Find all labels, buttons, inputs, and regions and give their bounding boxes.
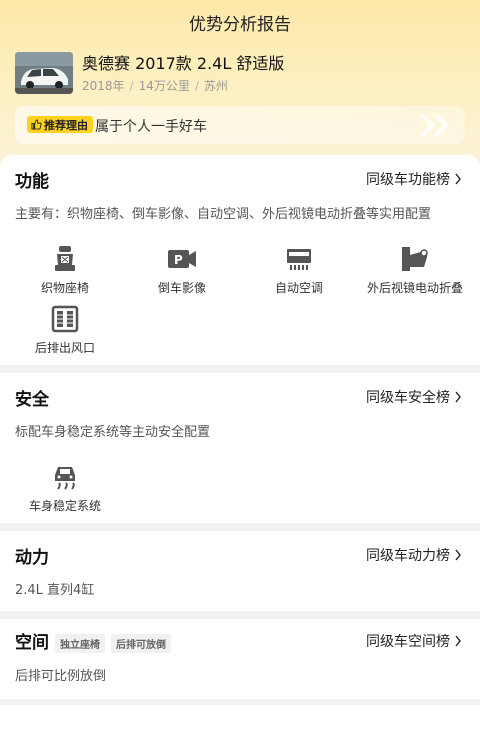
safety-title: 安全: [15, 390, 49, 410]
power-ranking-link[interactable]: 同级车动力榜: [366, 545, 462, 565]
reason-badge-label: 推荐理由: [44, 118, 88, 132]
car-year: 2018年: [82, 79, 125, 93]
chevron-right-icon: [455, 173, 461, 185]
car-meta: 2018年/14万公里 / 苏州: [82, 79, 228, 93]
feature-label: 后排出风口: [34, 341, 95, 355]
safety-description: 标配车身稳定系统等主动安全配置: [15, 425, 211, 440]
feature-mirror-fold: 外后视镜电动折叠: [360, 245, 470, 296]
power-section: 动力 同级车动力榜 2.4L 直列4缸: [0, 531, 480, 611]
mirror-fold-icon: [402, 247, 428, 271]
space-ranking-link[interactable]: 同级车空间榜: [366, 631, 462, 651]
safety-section: 安全 同级车安全榜 标配车身稳定系统等主动安全配置 车身稳定系统: [0, 373, 480, 523]
svg-text:P: P: [174, 253, 183, 267]
function-description: 主要有：织物座椅、倒车影像、自动空调、外后视镜电动折叠等实用配置: [15, 207, 432, 222]
seat-icon: [55, 246, 75, 271]
space-title: 空间: [15, 633, 49, 653]
feature-label: 车身稳定系统: [28, 499, 101, 513]
air-conditioner-icon: [287, 249, 311, 270]
chevron-right-icon: [455, 635, 461, 647]
chevron-right-icon: [455, 549, 461, 561]
page-title: 优势分析报告: [189, 15, 291, 35]
car-city: 苏州: [203, 79, 228, 93]
space-tag: 后排可放倒: [111, 633, 171, 653]
function-ranking-link[interactable]: 同级车功能榜: [366, 169, 462, 189]
space-title-row: 空间 独立座椅 后排可放倒: [15, 628, 171, 653]
space-tag: 独立座椅: [55, 633, 105, 653]
function-section: 功能 同级车功能榜 主要有：织物座椅、倒车影像、自动空调、外后视镜电动折叠等实用…: [0, 155, 480, 365]
reverse-camera-icon: P: [168, 250, 196, 268]
function-title: 功能: [15, 172, 49, 192]
feature-stability-control: 车身稳定系统: [10, 463, 120, 514]
feature-rear-vent: 后排出风口: [10, 305, 120, 356]
feature-label: 织物座椅: [40, 281, 89, 295]
chevron-decoration-icon: [419, 114, 449, 136]
chevron-right-icon: [455, 391, 461, 403]
feature-auto-ac: 自动空调: [244, 245, 354, 296]
car-thumbnail: [15, 52, 73, 94]
rear-vent-icon: [51, 305, 79, 333]
power-description: 2.4L 直列4缸: [15, 583, 95, 598]
stability-control-icon: [55, 467, 75, 490]
recommend-reason-bar: 推荐理由 属于个人一手好车: [15, 106, 465, 144]
feature-label: 外后视镜电动折叠: [366, 281, 463, 295]
recommend-reason-text: 属于个人一手好车: [95, 119, 207, 135]
safety-ranking-link[interactable]: 同级车安全榜: [366, 387, 462, 407]
power-title: 动力: [15, 548, 49, 568]
recommend-reason-badge: 推荐理由: [27, 116, 93, 133]
feature-fabric-seat: 织物座椅: [10, 245, 120, 296]
space-description: 后排可比例放倒: [15, 669, 107, 684]
safety-ranking-label: 同级车安全榜: [366, 390, 450, 406]
bottom-filler: [0, 705, 480, 742]
thumbs-up-icon: [31, 119, 42, 130]
feature-label: 倒车影像: [157, 281, 206, 295]
feature-reverse-camera: P 倒车影像: [127, 245, 237, 296]
car-mileage: 14万公里: [138, 79, 190, 93]
car-name: 奥德赛 2017款 2.4L 舒适版: [82, 54, 285, 73]
feature-label: 自动空调: [274, 281, 323, 295]
power-ranking-label: 同级车动力榜: [366, 548, 450, 564]
space-section: 空间 独立座椅 后排可放倒 同级车空间榜 后排可比例放倒: [0, 619, 480, 699]
function-ranking-label: 同级车功能榜: [366, 172, 450, 188]
space-ranking-label: 同级车空间榜: [366, 634, 450, 650]
